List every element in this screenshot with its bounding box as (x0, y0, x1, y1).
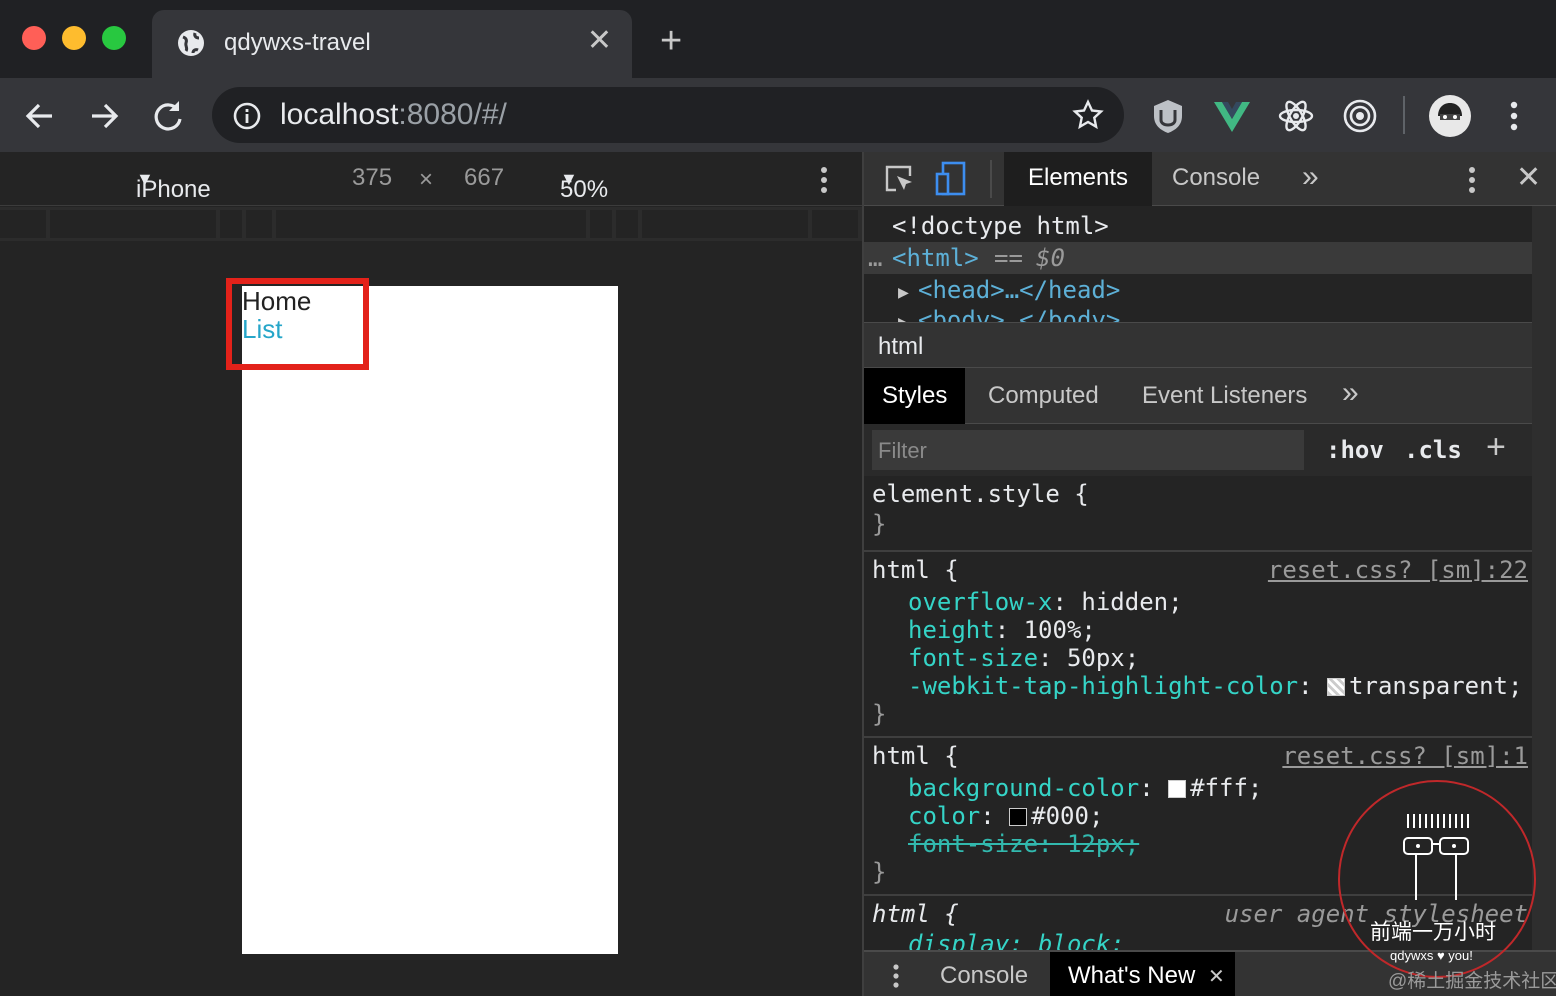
rule-close-brace: } (872, 510, 887, 538)
highlight-annotation-box (226, 278, 369, 370)
color-swatch[interactable] (1009, 808, 1028, 826)
zoom-window-button[interactable] (102, 26, 126, 50)
viewport-height-input[interactable]: 667 (464, 164, 504, 192)
dimension-separator: × (419, 166, 434, 193)
bookmark-star-icon[interactable] (1072, 99, 1104, 131)
styles-subtab-bar: Styles Computed Event Listeners » (864, 368, 1556, 424)
toolbar-divider (1403, 96, 1405, 134)
color-swatch[interactable] (1168, 780, 1187, 798)
close-tab-icon[interactable]: ✕ (587, 26, 612, 56)
styles-filter-row: Filter :hov .cls + (864, 424, 1532, 476)
tab-divider (990, 160, 992, 198)
close-window-button[interactable] (22, 26, 46, 50)
cls-toggle[interactable]: .cls (1404, 436, 1462, 464)
dom-selected-var: $0 (1036, 244, 1065, 272)
expand-triangle-icon[interactable]: ▶ (898, 312, 909, 322)
forward-icon[interactable] (84, 96, 124, 136)
new-style-rule-icon[interactable]: + (1486, 428, 1506, 467)
window-title-bar: qdywxs-travel ✕ + (0, 0, 1556, 78)
breadcrumb-html[interactable]: html (878, 333, 923, 361)
rule-selector[interactable]: html { (872, 742, 959, 770)
rule-close-brace: } (872, 700, 887, 728)
browser-toolbar: localhost:8080/#/ (0, 78, 1556, 152)
device-toolbar: iPhone 6/7/8 ▼ 375 × 667 50% ▼ (0, 152, 862, 231)
subtab-event-listeners[interactable]: Event Listeners (1142, 382, 1307, 410)
expand-triangle-icon[interactable]: ▶ (898, 282, 909, 303)
tab-title: qdywxs-travel (224, 29, 371, 56)
site-watermark: @稀土掘金技术社区 (1388, 971, 1556, 992)
more-tabs-icon[interactable]: » (1302, 160, 1319, 194)
mascot-logo-icon (1403, 814, 1469, 900)
css-rule-html-22: html { reset.css? [sm]:22 overflow-x: hi… (864, 552, 1532, 738)
subtab-styles[interactable]: Styles (864, 368, 966, 424)
info-icon[interactable] (232, 101, 262, 131)
ublock-icon[interactable] (1148, 96, 1188, 136)
css-declaration[interactable]: overflow-x: hidden; (908, 588, 1183, 616)
dom-head[interactable]: <head>…</head> (918, 276, 1120, 304)
close-drawer-tab-icon[interactable]: ✕ (1208, 964, 1225, 989)
css-declaration[interactable]: font-size: 50px; (908, 644, 1139, 672)
element-style-selector[interactable]: element.style { (872, 480, 1089, 508)
css-declaration[interactable]: color: #000; (908, 802, 1103, 830)
drawer-tab-console[interactable]: Console (940, 962, 1028, 990)
rule-selector[interactable]: html { (872, 900, 959, 928)
device-toolbar-toggle-icon[interactable] (934, 160, 968, 198)
stamp-subtext: qdywxs ♥ you! (1390, 948, 1473, 963)
new-tab-icon[interactable]: + (660, 22, 682, 60)
css-declaration[interactable]: background-color: #fff; (908, 774, 1262, 802)
viewport-width-input[interactable]: 375 (352, 164, 392, 192)
inspect-element-icon[interactable] (882, 162, 916, 196)
tab-console[interactable]: Console (1172, 164, 1260, 192)
watermark-stamp: 前端一万小时 qdywxs ♥ you! (1338, 780, 1536, 978)
device-options-icon[interactable] (812, 164, 836, 196)
dom-eq: == (994, 244, 1023, 272)
color-swatch[interactable] (1327, 678, 1346, 696)
device-select[interactable]: iPhone 6/7/8 ▼ (136, 164, 211, 231)
dom-html-tag: <html> (892, 244, 979, 272)
emulated-page: Home List (242, 286, 618, 954)
rule-source-link[interactable]: reset.css? [sm]:1 (1282, 742, 1528, 770)
dom-body[interactable]: <body>…</body> (918, 306, 1120, 322)
tab-elements[interactable]: Elements (1004, 152, 1153, 206)
devtools-tab-bar: Elements Console » ✕ (864, 152, 1556, 206)
rule-source-link[interactable]: reset.css? [sm]:22 (1268, 556, 1528, 584)
styles-filter-input[interactable]: Filter (872, 430, 1304, 470)
url-host: localhost (280, 98, 399, 131)
reload-icon[interactable] (148, 96, 188, 136)
chrome-menu-icon[interactable] (1494, 96, 1534, 136)
zoom-select[interactable]: 50% ▼ (560, 164, 608, 203)
dom-html-row[interactable]: … <html> == $0 (864, 242, 1532, 274)
ua-declaration: display: block; (908, 930, 1125, 952)
vue-devtools-icon[interactable] (1212, 96, 1252, 136)
stamp-caption: 前端一万小时 (1370, 921, 1496, 944)
dom-ellipsis: … (868, 244, 883, 272)
profile-avatar[interactable] (1428, 94, 1472, 138)
react-devtools-icon[interactable] (1276, 96, 1316, 136)
rule-selector[interactable]: html { (872, 556, 959, 584)
address-bar[interactable]: localhost:8080/#/ (212, 87, 1124, 143)
element-style-rule: element.style { } (864, 476, 1532, 552)
minimize-window-button[interactable] (62, 26, 86, 50)
hov-toggle[interactable]: :hov (1326, 436, 1384, 464)
drawer-menu-icon[interactable] (886, 962, 906, 990)
devtools-menu-icon[interactable] (1460, 164, 1484, 196)
devtools-scrollbar[interactable] (1532, 206, 1556, 952)
css-declaration[interactable]: height: 100%; (908, 616, 1096, 644)
rule-close-brace: } (872, 858, 887, 886)
more-subtabs-icon[interactable]: » (1342, 376, 1359, 410)
zoom-value: 50% (560, 176, 609, 203)
browser-tab[interactable]: qdywxs-travel ✕ (152, 10, 632, 78)
back-icon[interactable] (20, 96, 60, 136)
globe-icon (178, 30, 204, 56)
dom-tree: <!doctype html> … <html> == $0 ▶ <head>…… (864, 206, 1532, 322)
close-devtools-icon[interactable]: ✕ (1516, 160, 1541, 195)
url-path: :8080/#/ (398, 98, 507, 131)
subtab-computed[interactable]: Computed (988, 382, 1099, 410)
css-declaration[interactable]: -webkit-tap-highlight-color: transparent… (908, 672, 1522, 700)
breadcrumb: html (864, 322, 1556, 368)
target-extension-icon[interactable] (1340, 96, 1380, 136)
dom-doctype[interactable]: <!doctype html> (892, 212, 1109, 240)
media-query-ruler[interactable] (0, 207, 862, 241)
overridden-declaration[interactable]: font-size: 12px; (908, 830, 1139, 858)
